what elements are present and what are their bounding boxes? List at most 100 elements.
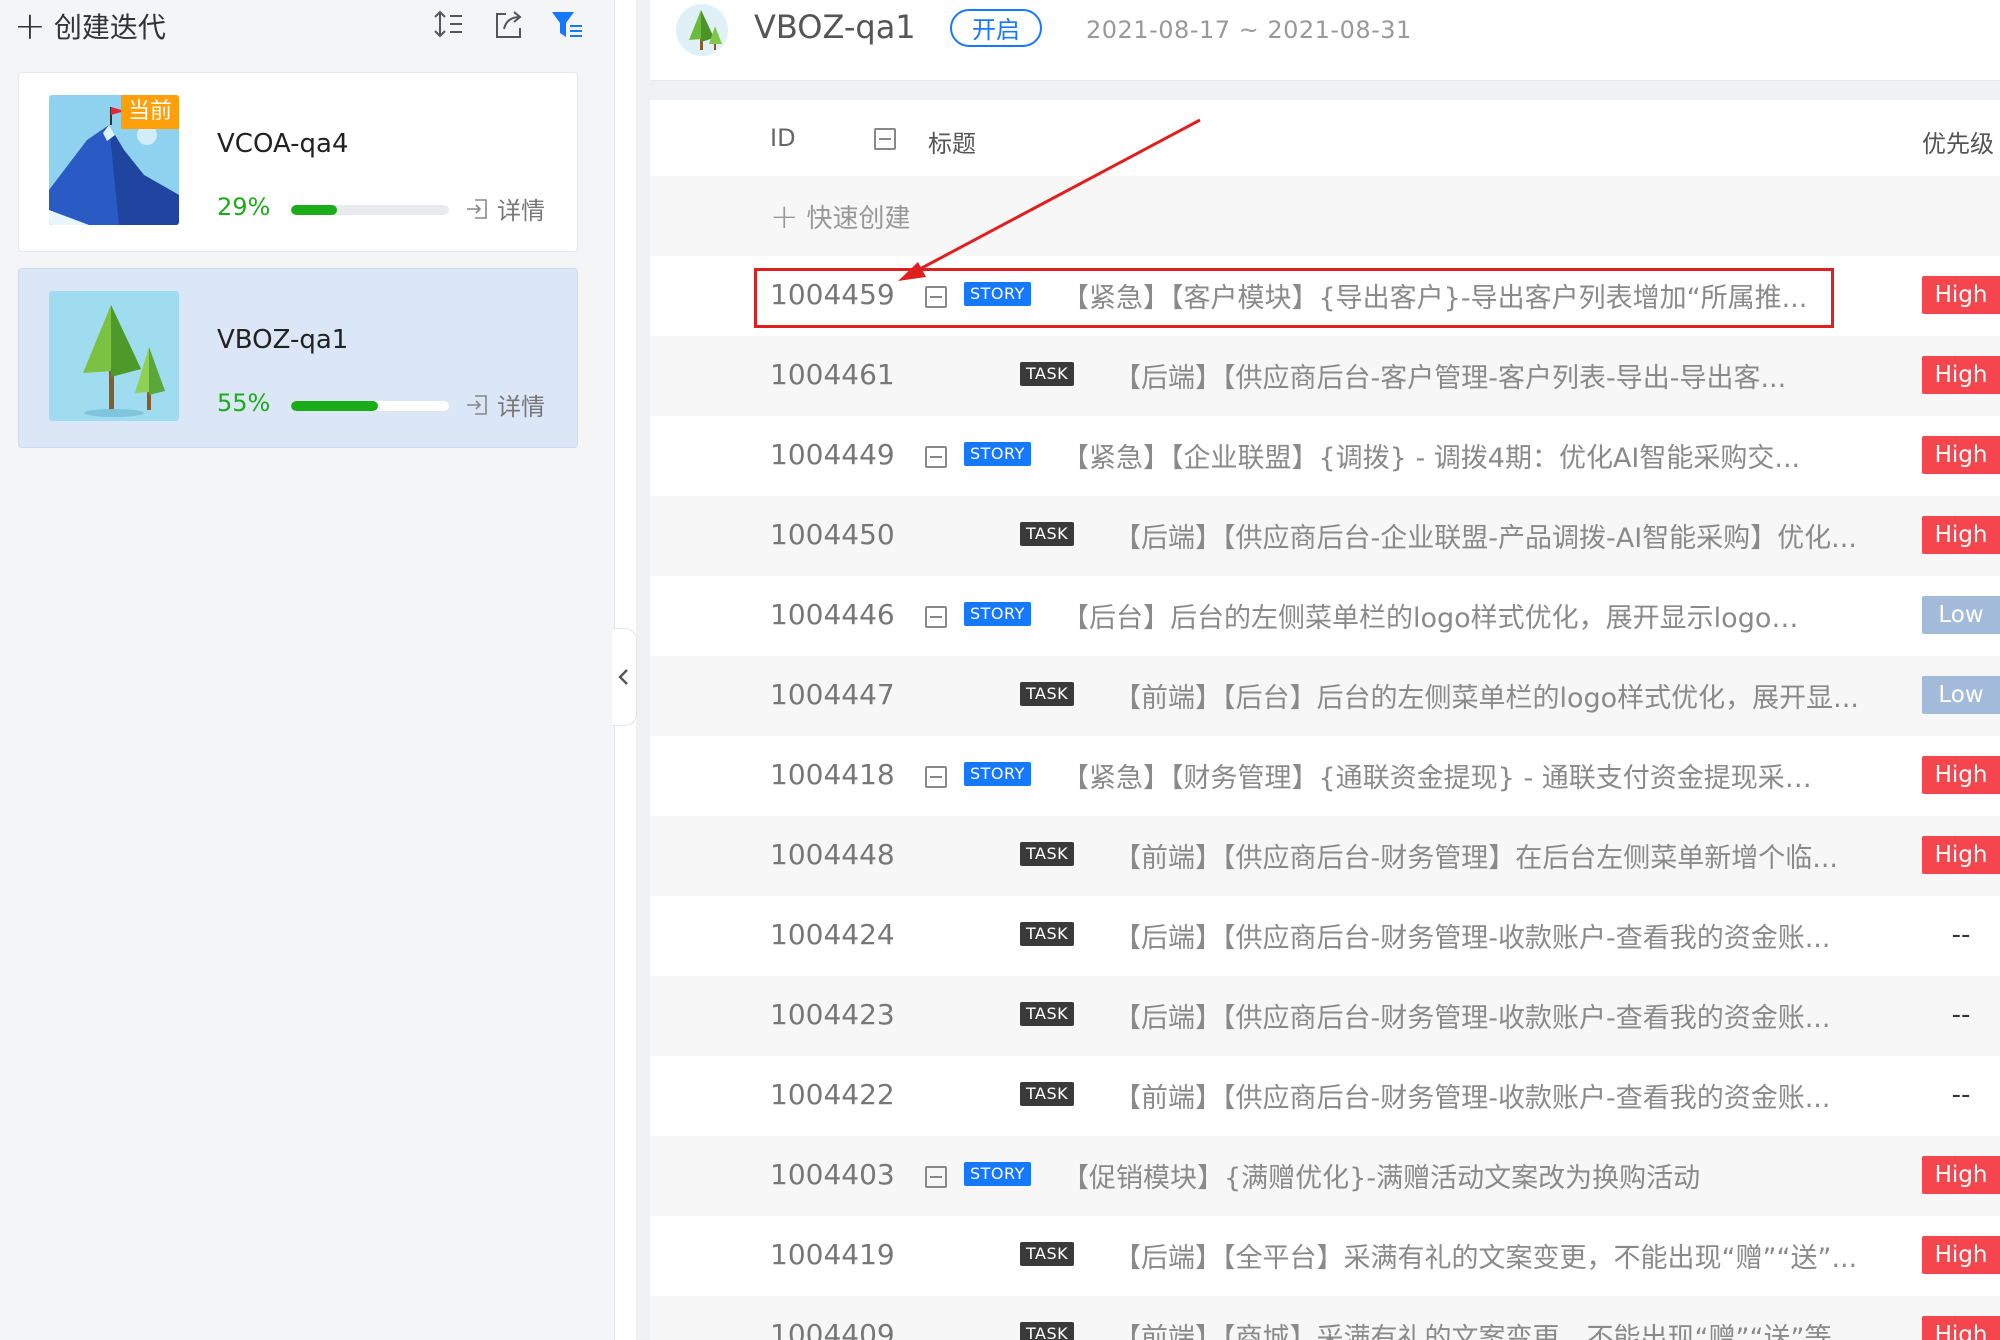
priority-badge[interactable]: High [1922,516,2000,554]
priority-badge[interactable]: High [1922,436,2000,474]
table-row[interactable]: 1004461 TASK 【后端】【供应商后台-客户管理-客户列表-导出-导出客..… [650,336,2000,416]
plus-icon: + [14,4,46,48]
priority-badge[interactable]: High [1922,276,2000,314]
table-row[interactable]: 1004448 TASK 【前端】【供应商后台-财务管理】在后台左侧菜单新增个临..… [650,816,2000,896]
iteration-status-badge[interactable]: 开启 [950,9,1042,47]
iteration-card[interactable]: VBOZ-qa1 55% 详情 [18,268,578,448]
item-type-tag: STORY [964,602,1031,626]
iteration-avatar [676,4,728,56]
item-title[interactable]: 【后台】后台的左侧菜单栏的logo样式优化，展开显示logo，折... [1062,596,1822,635]
iteration-date-range: 2021-08-17 ~ 2021-08-31 [1086,16,1412,44]
priority-badge[interactable]: Low [1922,676,2000,714]
iteration-detail-link[interactable]: 详情 [465,387,545,422]
priority-badge[interactable]: High [1922,1236,2000,1274]
item-id: 1004422 [770,1078,895,1111]
item-title[interactable]: 【后端】【全平台】采满有礼的文案变更，不能出现“赠”“送”... [1114,1236,1890,1275]
collapse-icon[interactable] [925,446,947,468]
table-row[interactable]: 1004403 STORY 【促销模块】{满赠优化}-满赠活动文案改为换购活动 Hig… [650,1136,2000,1216]
tree-icon [689,10,722,50]
column-header-title[interactable]: 标题 [928,124,976,159]
item-id: 1004459 [770,278,895,311]
item-title[interactable]: 【前端】【商城】采满有礼的文案变更，不能出现“赠”“送”等... [1114,1316,1890,1340]
iteration-sidebar: + 创建迭代 当前 VCOA-qa4 29% 详情 VBOZ-qa1 55% 详… [0,0,615,1340]
item-type-tag: STORY [964,442,1031,466]
item-type-tag: TASK [1020,1002,1075,1026]
collapse-sidebar-button[interactable] [612,628,637,726]
iteration-detail-label: 详情 [497,197,545,225]
item-id: 1004447 [770,678,895,711]
collapse-all-icon[interactable] [874,128,896,150]
item-title[interactable]: 【后端】【供应商后台-企业联盟-产品调拨-AI智能采购】优化... [1114,516,1890,555]
priority-badge[interactable]: -- [1922,916,2000,954]
item-id: 1004419 [770,1238,895,1271]
item-title[interactable]: 【前端】【供应商后台-财务管理-收款账户-查看我的资金账... [1114,1076,1890,1115]
filter-icon[interactable] [550,8,584,42]
table-row[interactable]: 1004418 STORY 【紧急】【财务管理】{通联资金提现} - 通联支付资金提… [650,736,2000,816]
item-id: 1004423 [770,998,895,1031]
column-header-priority[interactable]: 优先级 [1922,124,1994,159]
item-id: 1004461 [770,358,895,391]
enter-icon [467,198,487,219]
table-row[interactable]: 1004447 TASK 【前端】【后台】后台的左侧菜单栏的logo样式优化，展开显… [650,656,2000,736]
iteration-progress-fill [291,205,337,215]
priority-badge[interactable]: High [1922,356,2000,394]
iteration-thumbnail [49,291,179,421]
iteration-card[interactable]: 当前 VCOA-qa4 29% 详情 [18,72,578,252]
item-id: 1004448 [770,838,895,871]
table-row[interactable]: 1004450 TASK 【后端】【供应商后台-企业联盟-产品调拨-AI智能采购】优… [650,496,2000,576]
enter-icon [467,394,487,415]
table-row[interactable]: 1004424 TASK 【后端】【供应商后台-财务管理-收款账户-查看我的资金账.… [650,896,2000,976]
priority-badge[interactable]: High [1922,1156,2000,1194]
quick-create-label: 快速创建 [806,204,911,234]
table-row[interactable]: 1004423 TASK 【后端】【供应商后台-财务管理-收款账户-查看我的资金账.… [650,976,2000,1056]
current-badge: 当前 [120,95,179,129]
item-id: 1004403 [770,1158,895,1191]
export-icon[interactable] [492,8,526,42]
item-title[interactable]: 【紧急】【企业联盟】{调拨} - 调拨4期：优化AI智能采购交... [1062,436,1822,475]
table-row[interactable]: 1004422 TASK 【前端】【供应商后台-财务管理-收款账户-查看我的资金账.… [650,1056,2000,1136]
item-title[interactable]: 【后端】【供应商后台-财务管理-收款账户-查看我的资金账... [1114,916,1890,955]
table-row[interactable]: 1004449 STORY 【紧急】【企业联盟】{调拨} - 调拨4期：优化AI智能… [650,416,2000,496]
item-title[interactable]: 【紧急】【客户模块】{导出客户}-导出客户列表增加“所属推... [1062,276,1822,315]
quick-create-row: + 快速创建 [650,176,2000,256]
iteration-detail-link[interactable]: 详情 [465,191,545,226]
item-id: 1004418 [770,758,895,791]
item-id: 1004450 [770,518,895,551]
item-type-tag: STORY [964,282,1031,306]
item-title[interactable]: 【紧急】【财务管理】{通联资金提现} - 通联支付资金提现采用页... [1062,756,1822,795]
item-title[interactable]: 【前端】【后台】后台的左侧菜单栏的logo样式优化，展开显... [1114,676,1890,715]
item-type-tag: TASK [1020,1082,1075,1106]
quick-create-button[interactable]: + 快速创建 [770,198,911,235]
item-title[interactable]: 【前端】【供应商后台-财务管理】在后台左侧菜单新增个临... [1114,836,1890,875]
item-title[interactable]: 【后端】【供应商后台-财务管理-收款账户-查看我的资金账... [1114,996,1890,1035]
column-header-id[interactable]: ID [770,124,796,152]
collapse-icon[interactable] [925,1166,947,1188]
priority-badge[interactable]: High [1922,836,2000,874]
item-title[interactable]: 【后端】【供应商后台-客户管理-客户列表-导出-导出客... [1114,356,1890,395]
collapse-icon[interactable] [925,766,947,788]
iteration-name: VCOA-qa4 [217,129,349,159]
item-type-tag: TASK [1020,682,1075,706]
sort-icon[interactable] [432,8,466,42]
iteration-title: VBOZ-qa1 [754,8,916,46]
table-row[interactable]: 1004419 TASK 【后端】【全平台】采满有礼的文案变更，不能出现“赠”“送”… [650,1216,2000,1296]
create-iteration-label: 创建迭代 [53,11,166,44]
priority-badge[interactable]: -- [1922,1076,2000,1114]
iteration-progress-bar [291,205,449,215]
tree-image [49,291,179,421]
priority-badge[interactable]: High [1922,1316,2000,1340]
item-title[interactable]: 【促销模块】{满赠优化}-满赠活动文案改为换购活动 [1062,1156,1822,1195]
table-row[interactable]: 1004409 TASK 【前端】【商城】采满有礼的文案变更，不能出现“赠”“送”等… [650,1296,2000,1340]
priority-badge[interactable]: High [1922,756,2000,794]
collapse-icon[interactable] [925,606,947,628]
table-row[interactable]: 1004446 STORY 【后台】后台的左侧菜单栏的logo样式优化，展开显示lo… [650,576,2000,656]
priority-badge[interactable]: -- [1922,996,2000,1034]
collapse-icon[interactable] [925,286,947,308]
table-row[interactable]: 1004459 STORY 【紧急】【客户模块】{导出客户}-导出客户列表增加“所属… [650,256,2000,336]
priority-badge[interactable]: Low [1922,596,2000,634]
chevron-left-icon [618,669,628,685]
iteration-header: VBOZ-qa1 开启 2021-08-17 ~ 2021-08-31 [650,0,2000,81]
item-id: 1004409 [770,1318,895,1340]
iteration-detail-label: 详情 [497,393,545,421]
create-iteration-button[interactable]: + 创建迭代 [14,4,166,48]
